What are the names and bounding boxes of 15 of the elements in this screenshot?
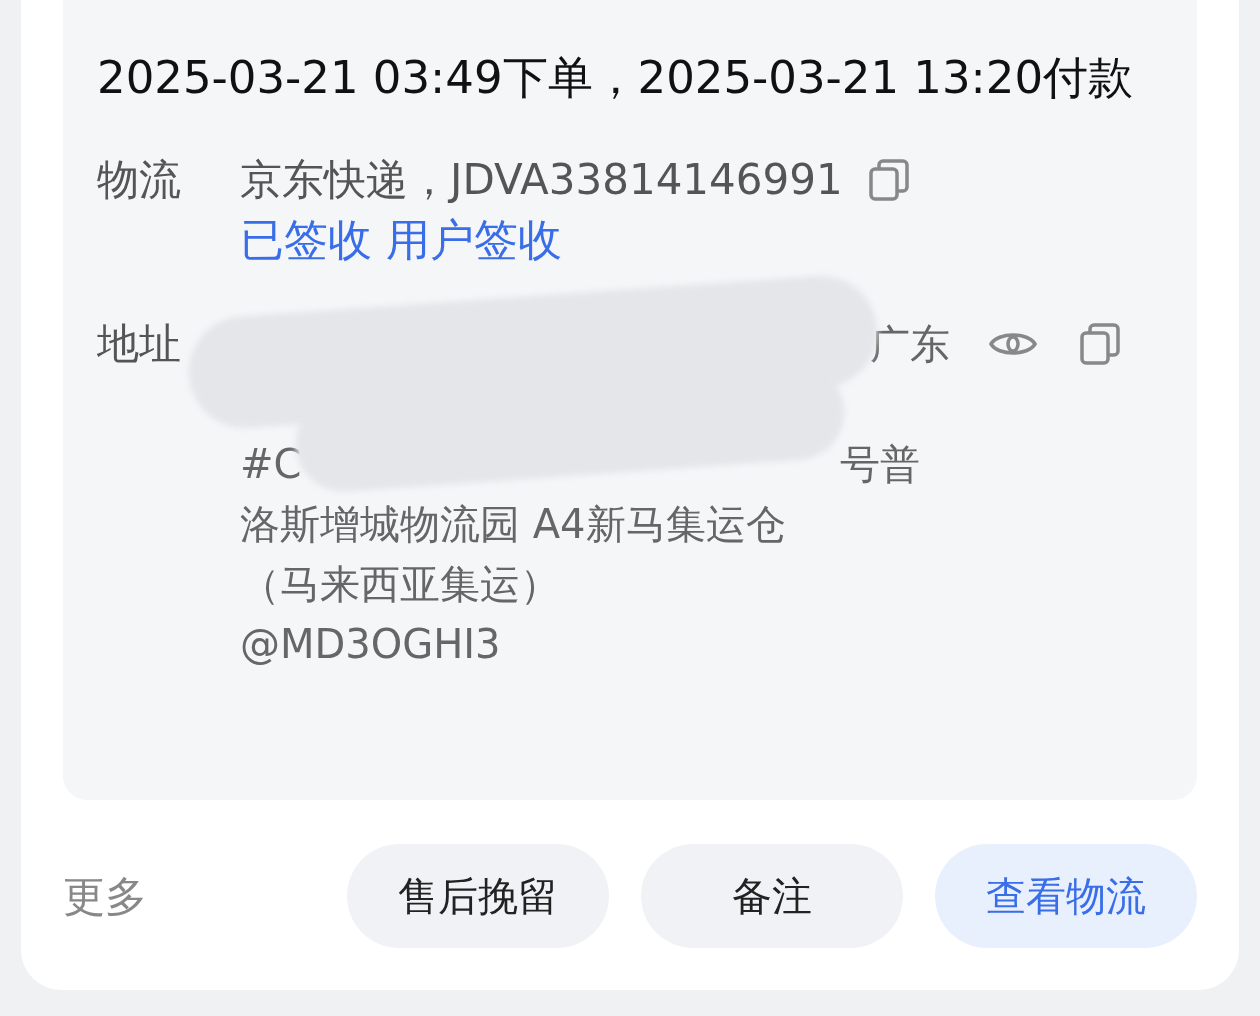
address-text: 广东 [870, 320, 950, 369]
address-text: 洛斯增城物流园 A4新马集运仓 [240, 500, 786, 549]
action-button[interactable]: 查看物流 [935, 844, 1197, 948]
delivery-status[interactable]: 已签收 用户签收 [240, 210, 913, 270]
order-time: 2025-03-21 03:49下单，2025-03-21 13:20付款 [97, 50, 1134, 106]
field-label: 地址 [97, 318, 182, 370]
address-text: @MD3OGHI3 [240, 620, 501, 669]
more-link[interactable]: 更多 [63, 864, 147, 928]
action-button[interactable]: 售后挽留 [347, 844, 609, 948]
address-text: （马来西亚集运） [240, 560, 560, 609]
action-button[interactable]: 备注 [641, 844, 903, 948]
address-text: #C [240, 440, 302, 489]
address-text: 号普 [840, 440, 920, 489]
field-label: 物流 [97, 154, 182, 206]
tracking-number: 京东快递，JDVA33814146991 [240, 154, 843, 206]
